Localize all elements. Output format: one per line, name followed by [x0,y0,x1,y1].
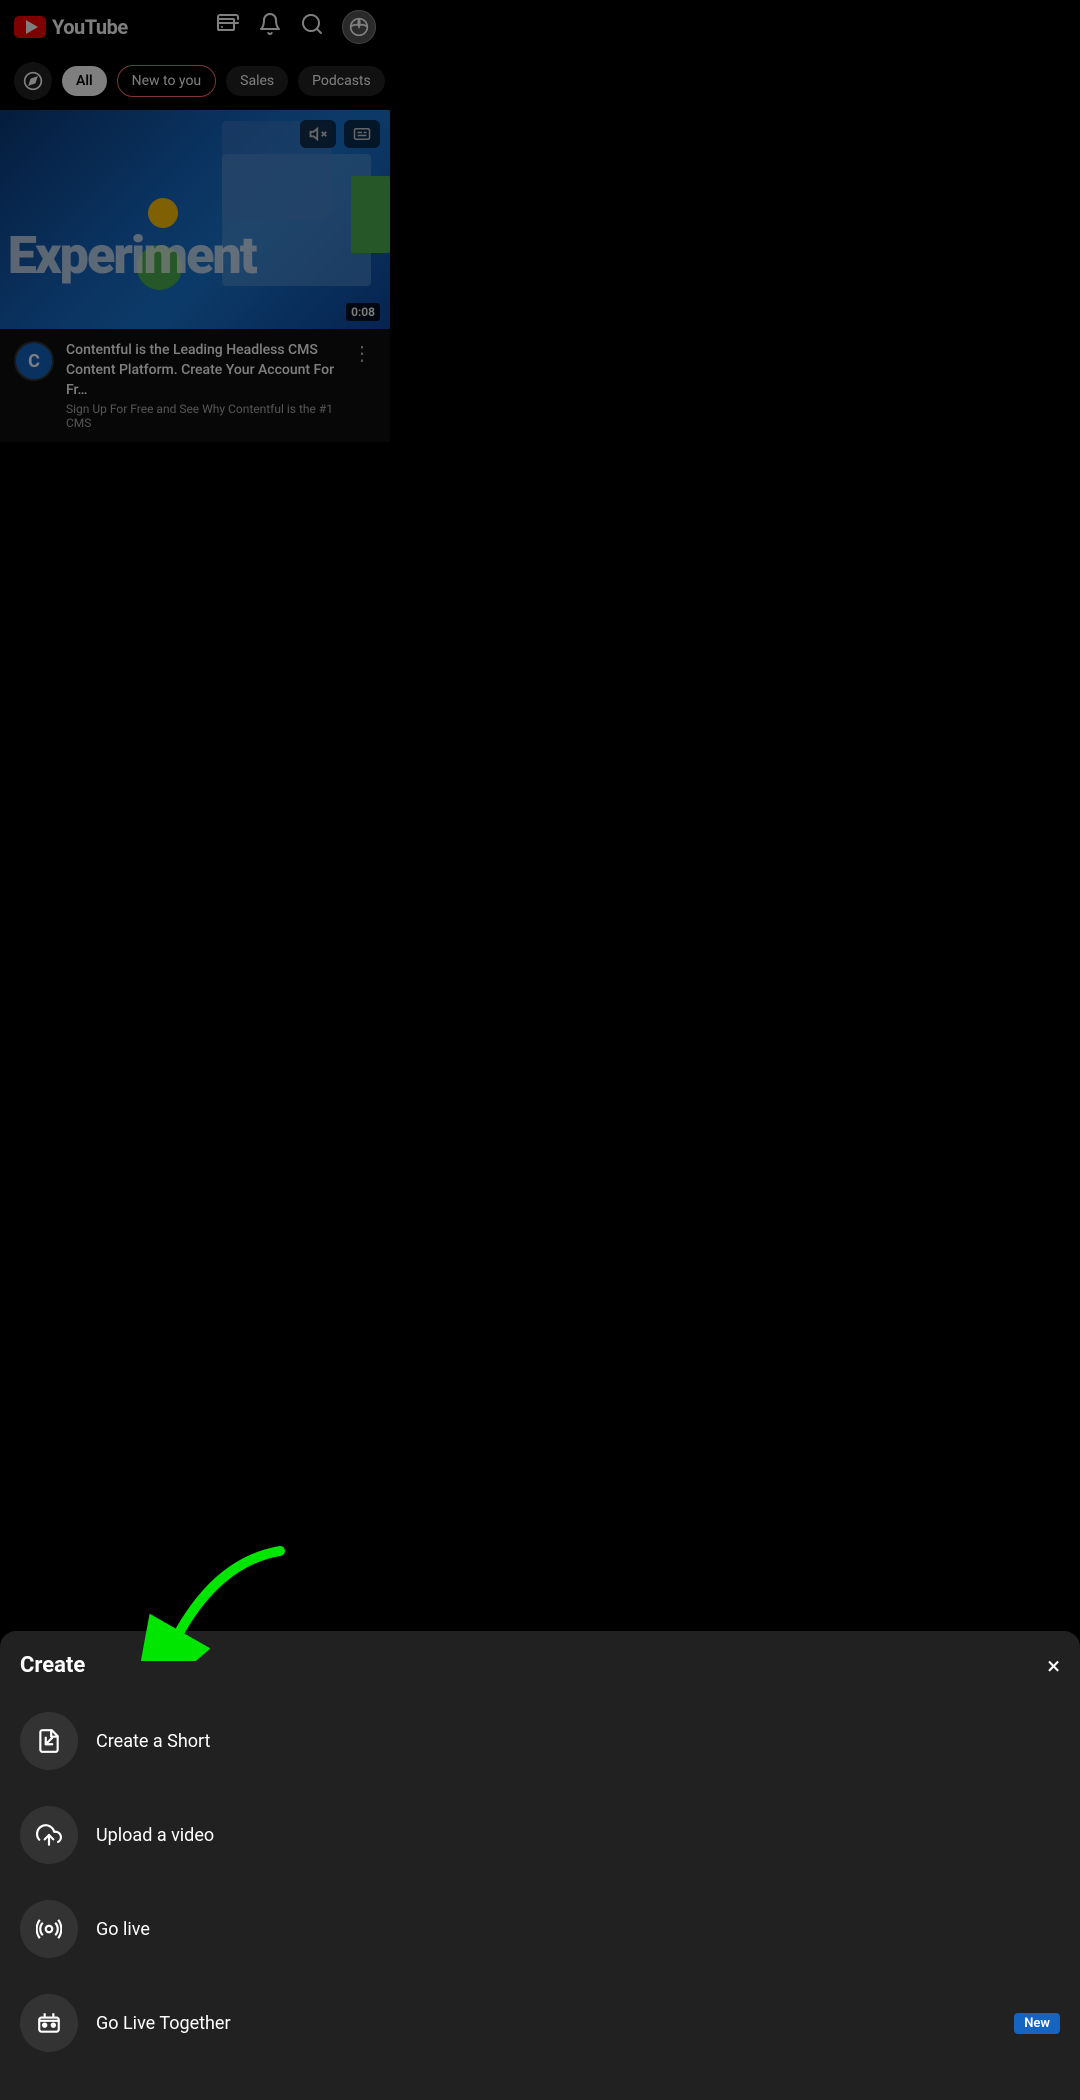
go-live-icon [20,1900,78,1958]
go-live-together-icon [20,1994,78,2052]
go-live-together-label: Go Live Together [96,2013,231,2034]
sheet-header: Create × [0,1631,1080,1694]
sheet-title: Create [20,1653,85,1678]
create-short-label: Create a Short [96,1731,210,1752]
go-live-together-item[interactable]: Go Live Together New [0,1976,1080,2070]
create-short-item[interactable]: Create a Short [0,1694,1080,1788]
upload-video-item[interactable]: Upload a video [0,1788,1080,1882]
new-badge: New [1014,2013,1060,2034]
upload-video-label: Upload a video [96,1825,214,1846]
create-bottom-sheet: Create × Create a Short Upload a video [0,1631,1080,2100]
upload-video-icon [20,1806,78,1864]
sheet-close-button[interactable]: × [1047,1654,1060,1678]
create-short-icon [20,1712,78,1770]
go-live-item[interactable]: Go live [0,1882,1080,1976]
go-live-label: Go live [96,1919,150,1940]
